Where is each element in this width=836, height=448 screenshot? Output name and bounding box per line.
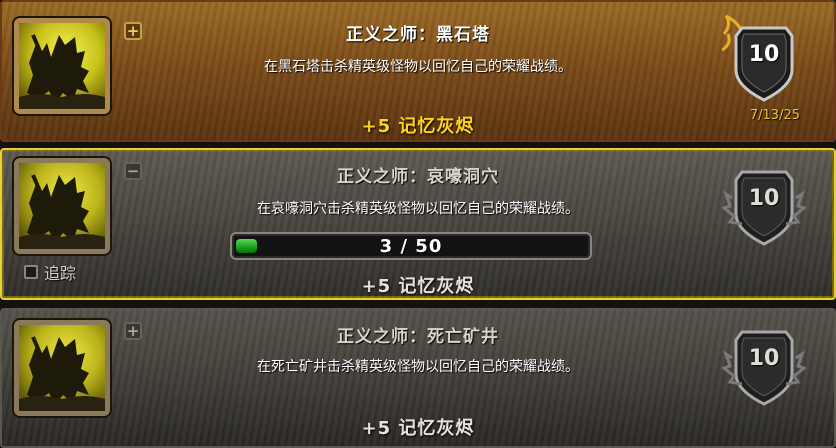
achievement-reward: +5 记忆灰烬	[361, 418, 475, 439]
completion-date: 7/13/25	[749, 108, 800, 123]
shield-badge-icon: 10	[722, 14, 806, 104]
achievement-points: 10	[748, 42, 780, 67]
achievement-row-blackrock[interactable]: + 正义之师：黑石塔 在黑石塔击杀精英级怪物以回忆自己的荣耀战绩。 +5 记忆灰…	[0, 0, 836, 142]
achievement-title: 正义之师：哀嚎洞穴	[337, 167, 499, 187]
track-checkbox-box[interactable]	[24, 265, 38, 279]
achievement-points: 10	[748, 186, 780, 211]
achievement-title: 正义之师：黑石塔	[346, 25, 490, 45]
track-checkbox[interactable]: 追踪	[24, 260, 76, 284]
achievement-reward: +5 记忆灰烬	[361, 116, 475, 137]
achievement-description: 在黑石塔击杀精英级怪物以回忆自己的荣耀战绩。	[264, 59, 572, 75]
track-label: 追踪	[44, 264, 77, 283]
achievement-reward: +5 记忆灰烬	[361, 276, 475, 297]
shield-badge-icon: 10	[722, 158, 806, 248]
progress-text: 3 / 50	[379, 236, 443, 257]
achievement-row-deadmines[interactable]: + 正义之师：死亡矿井 在死亡矿井击杀精英级怪物以回忆自己的荣耀战绩。 +5 记…	[0, 308, 836, 448]
achievement-row-wailing-caverns[interactable]: − 正义之师：哀嚎洞穴 在哀嚎洞穴击杀精英级怪物以回忆自己的荣耀战绩。 3 / …	[0, 148, 836, 300]
shield-badge-icon: 10	[722, 318, 806, 408]
achievement-points: 10	[748, 346, 780, 371]
achievement-title: 正义之师：死亡矿井	[337, 327, 499, 347]
achievement-description: 在死亡矿井击杀精英级怪物以回忆自己的荣耀战绩。	[257, 359, 579, 375]
progress-bar: 3 / 50	[230, 232, 592, 260]
achievement-description: 在哀嚎洞穴击杀精英级怪物以回忆自己的荣耀战绩。	[257, 201, 579, 217]
